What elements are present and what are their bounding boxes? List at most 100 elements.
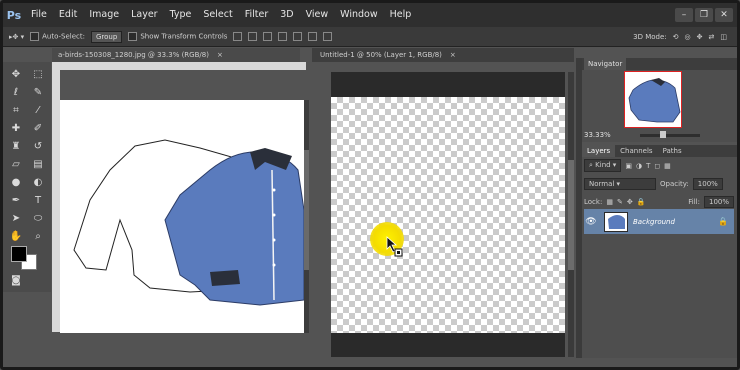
document-tab-birds[interactable]: a-birds-150308_1280.jpg @ 33.3% (RGB/8) …	[52, 48, 300, 62]
marquee-icon[interactable]: ⬚	[29, 66, 47, 82]
brush-icon[interactable]: ✐	[29, 120, 47, 136]
fill-input[interactable]: 100%	[703, 196, 734, 208]
distribute-icon[interactable]	[323, 32, 333, 41]
3d-slide-icon[interactable]: ⇄	[709, 33, 715, 41]
3d-scale-icon[interactable]: ◫	[720, 33, 727, 41]
close-button[interactable]: ✕	[715, 8, 733, 22]
align-top-icon[interactable]	[233, 32, 243, 41]
close-tab-icon[interactable]: ×	[217, 51, 223, 59]
document-title: Untitled-1 @ 50% (Layer 1, RGB/8)	[320, 51, 442, 59]
lock-label: Lock:	[584, 198, 603, 206]
vertical-ruler	[52, 62, 60, 332]
lock-transparent-icon[interactable]: ▦	[606, 198, 613, 206]
document-canvas-untitled[interactable]	[331, 97, 565, 333]
minimize-button[interactable]: –	[675, 8, 693, 22]
menu-select[interactable]: Select	[197, 3, 238, 27]
move-cursor-icon	[386, 236, 403, 257]
transform-controls-label: Show Transform Controls	[140, 32, 228, 41]
menu-help[interactable]: Help	[384, 3, 418, 27]
zoom-icon[interactable]: ⌕	[29, 228, 47, 244]
lock-paint-icon[interactable]: ✎	[617, 198, 623, 206]
layer-row-background[interactable]: 👁 Background 🔒	[584, 209, 734, 234]
quick-select-icon[interactable]: ✎	[29, 84, 47, 100]
menu-3d[interactable]: 3D	[274, 3, 299, 27]
align-right-icon[interactable]	[308, 32, 318, 41]
3d-pan-icon[interactable]: ✥	[697, 33, 703, 41]
tab-layers[interactable]: Layers	[582, 145, 616, 157]
menu-type[interactable]: Type	[164, 3, 198, 27]
opacity-label: Opacity:	[660, 180, 689, 188]
pen-icon[interactable]: ✒	[7, 192, 25, 208]
tab-channels[interactable]: Channels	[615, 145, 657, 157]
healing-brush-icon[interactable]: ✚	[7, 120, 25, 136]
foreground-color-swatch[interactable]	[11, 246, 27, 262]
3d-rotate-icon[interactable]: ⟲	[673, 33, 679, 41]
navigator-zoom-value[interactable]: 33.33%	[584, 131, 611, 139]
document-tab-untitled[interactable]: Untitled-1 @ 50% (Layer 1, RGB/8) ×	[312, 48, 574, 62]
layer-name: Background	[633, 217, 675, 226]
auto-select-checkbox[interactable]: Auto-Select:	[30, 32, 85, 41]
horizontal-ruler	[60, 62, 306, 70]
document-canvas-birds[interactable]	[60, 100, 304, 333]
menu-file[interactable]: File	[25, 3, 53, 27]
tab-paths[interactable]: Paths	[658, 145, 687, 157]
crop-icon[interactable]: ⌗	[7, 102, 25, 118]
align-middle-icon[interactable]	[248, 32, 258, 41]
transform-controls-checkbox[interactable]: Show Transform Controls	[128, 32, 227, 41]
3d-roll-icon[interactable]: ◎	[685, 33, 691, 41]
lasso-icon[interactable]: ℓ	[7, 84, 25, 100]
lock-all-icon[interactable]: 🔒	[637, 198, 646, 206]
menu-window[interactable]: Window	[334, 3, 383, 27]
align-bottom-icon[interactable]	[263, 32, 273, 41]
menu-filter[interactable]: Filter	[239, 3, 275, 27]
gradient-icon[interactable]: ▤	[29, 156, 47, 172]
menu-edit[interactable]: Edit	[53, 3, 83, 27]
menu-layer[interactable]: Layer	[125, 3, 164, 27]
tab-navigator[interactable]: Navigator	[584, 58, 627, 70]
document-title: a-birds-150308_1280.jpg @ 33.3% (RGB/8)	[58, 51, 209, 59]
path-select-icon[interactable]: ➤	[7, 210, 25, 226]
scroll-thumb-doc2[interactable]	[568, 160, 574, 270]
kind-filter[interactable]: ⌕ Kind ▾	[584, 159, 622, 172]
auto-select-label: Auto-Select:	[42, 32, 85, 41]
move-tool-icon[interactable]: ▸✥ ▾	[9, 33, 24, 41]
filter-pixel-icon[interactable]: ▣	[625, 162, 632, 170]
menu-image[interactable]: Image	[83, 3, 125, 27]
close-tab-icon[interactable]: ×	[450, 51, 456, 59]
lock-move-icon[interactable]: ✥	[627, 198, 633, 206]
filter-type-icon[interactable]: T	[646, 162, 650, 170]
align-center-icon[interactable]	[293, 32, 303, 41]
zoom-slider-knob[interactable]	[660, 131, 666, 138]
align-left-icon[interactable]	[278, 32, 288, 41]
dodge-icon[interactable]: ◐	[29, 174, 47, 190]
opacity-input[interactable]: 100%	[692, 178, 723, 190]
hand-icon[interactable]: ✋	[7, 228, 25, 244]
quick-mask-icon[interactable]: ◙	[7, 272, 25, 288]
pasteboard-bottom	[331, 333, 565, 357]
blend-mode-select[interactable]: Normal ▾	[584, 178, 656, 190]
group-select[interactable]: Group	[91, 30, 123, 43]
shape-icon[interactable]: ⬭	[29, 210, 47, 226]
navigator-shirt-image	[628, 78, 681, 123]
filter-adjust-icon[interactable]: ◑	[636, 162, 642, 170]
history-brush-icon[interactable]: ↺	[29, 138, 47, 154]
eyedropper-icon[interactable]: ⁄	[29, 102, 47, 118]
move-tool-icon[interactable]: ✥	[7, 66, 25, 82]
navigator-preview[interactable]	[624, 71, 682, 128]
eraser-icon[interactable]: ▱	[7, 156, 25, 172]
filter-smart-icon[interactable]: ▦	[664, 162, 671, 170]
type-icon[interactable]: T	[29, 192, 47, 208]
options-bar: ▸✥ ▾ Auto-Select: Group Show Transform C…	[3, 27, 737, 47]
layer-thumb-shirt	[608, 214, 625, 229]
navigator-zoom-slider[interactable]	[640, 134, 700, 137]
blend-row: Normal ▾ Opacity: 100%	[584, 178, 734, 190]
restore-button[interactable]: ❐	[695, 8, 713, 22]
menu-view[interactable]: View	[300, 3, 335, 27]
fill-label: Fill:	[688, 198, 700, 206]
scroll-thumb-doc1[interactable]	[304, 150, 309, 270]
filter-shape-icon[interactable]: ◻	[654, 162, 660, 170]
clone-stamp-icon[interactable]: ♜	[7, 138, 25, 154]
blur-icon[interactable]: ●	[7, 174, 25, 190]
menu-bar: Ps File Edit Image Layer Type Select Fil…	[3, 3, 737, 27]
eye-icon[interactable]: 👁	[584, 217, 598, 227]
